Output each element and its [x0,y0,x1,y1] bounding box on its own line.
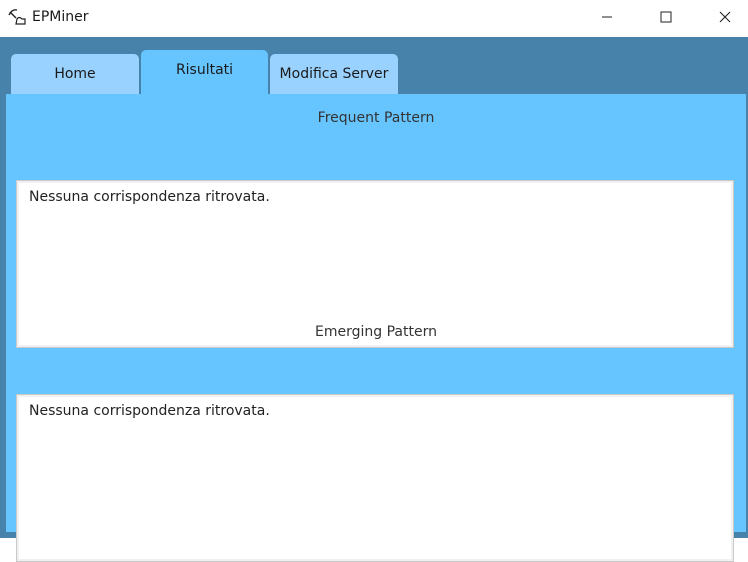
close-button[interactable] [702,0,748,37]
emerging-pattern-text: Nessuna corrispondenza ritrovata. [29,403,270,419]
tab-risultati[interactable]: Risultati [141,50,268,94]
minimize-button[interactable] [584,0,630,37]
tab-modifica-server[interactable]: Modifica Server [270,54,398,94]
results-panel: Frequent Pattern Nessuna corrispondenza … [6,94,746,562]
title-bar: EPMiner [0,0,748,38]
frequent-pattern-text: Nessuna corrispondenza ritrovata. [29,189,270,205]
emerging-pattern-label: Emerging Pattern [315,324,437,340]
pickaxe-icon [8,8,28,28]
tab-home[interactable]: Home [11,54,139,94]
maximize-icon [660,11,672,27]
maximize-button[interactable] [643,0,689,37]
frequent-pattern-textarea[interactable]: Nessuna corrispondenza ritrovata. [16,180,734,348]
emerging-pattern-textarea[interactable]: Nessuna corrispondenza ritrovata. [16,394,734,562]
window-title: EPMiner [32,9,89,25]
frequent-pattern-label: Frequent Pattern [317,110,435,126]
window-frame: Home Risultati Modifica Server Frequent … [0,37,748,562]
close-icon [719,11,731,27]
minimize-icon [601,11,613,27]
